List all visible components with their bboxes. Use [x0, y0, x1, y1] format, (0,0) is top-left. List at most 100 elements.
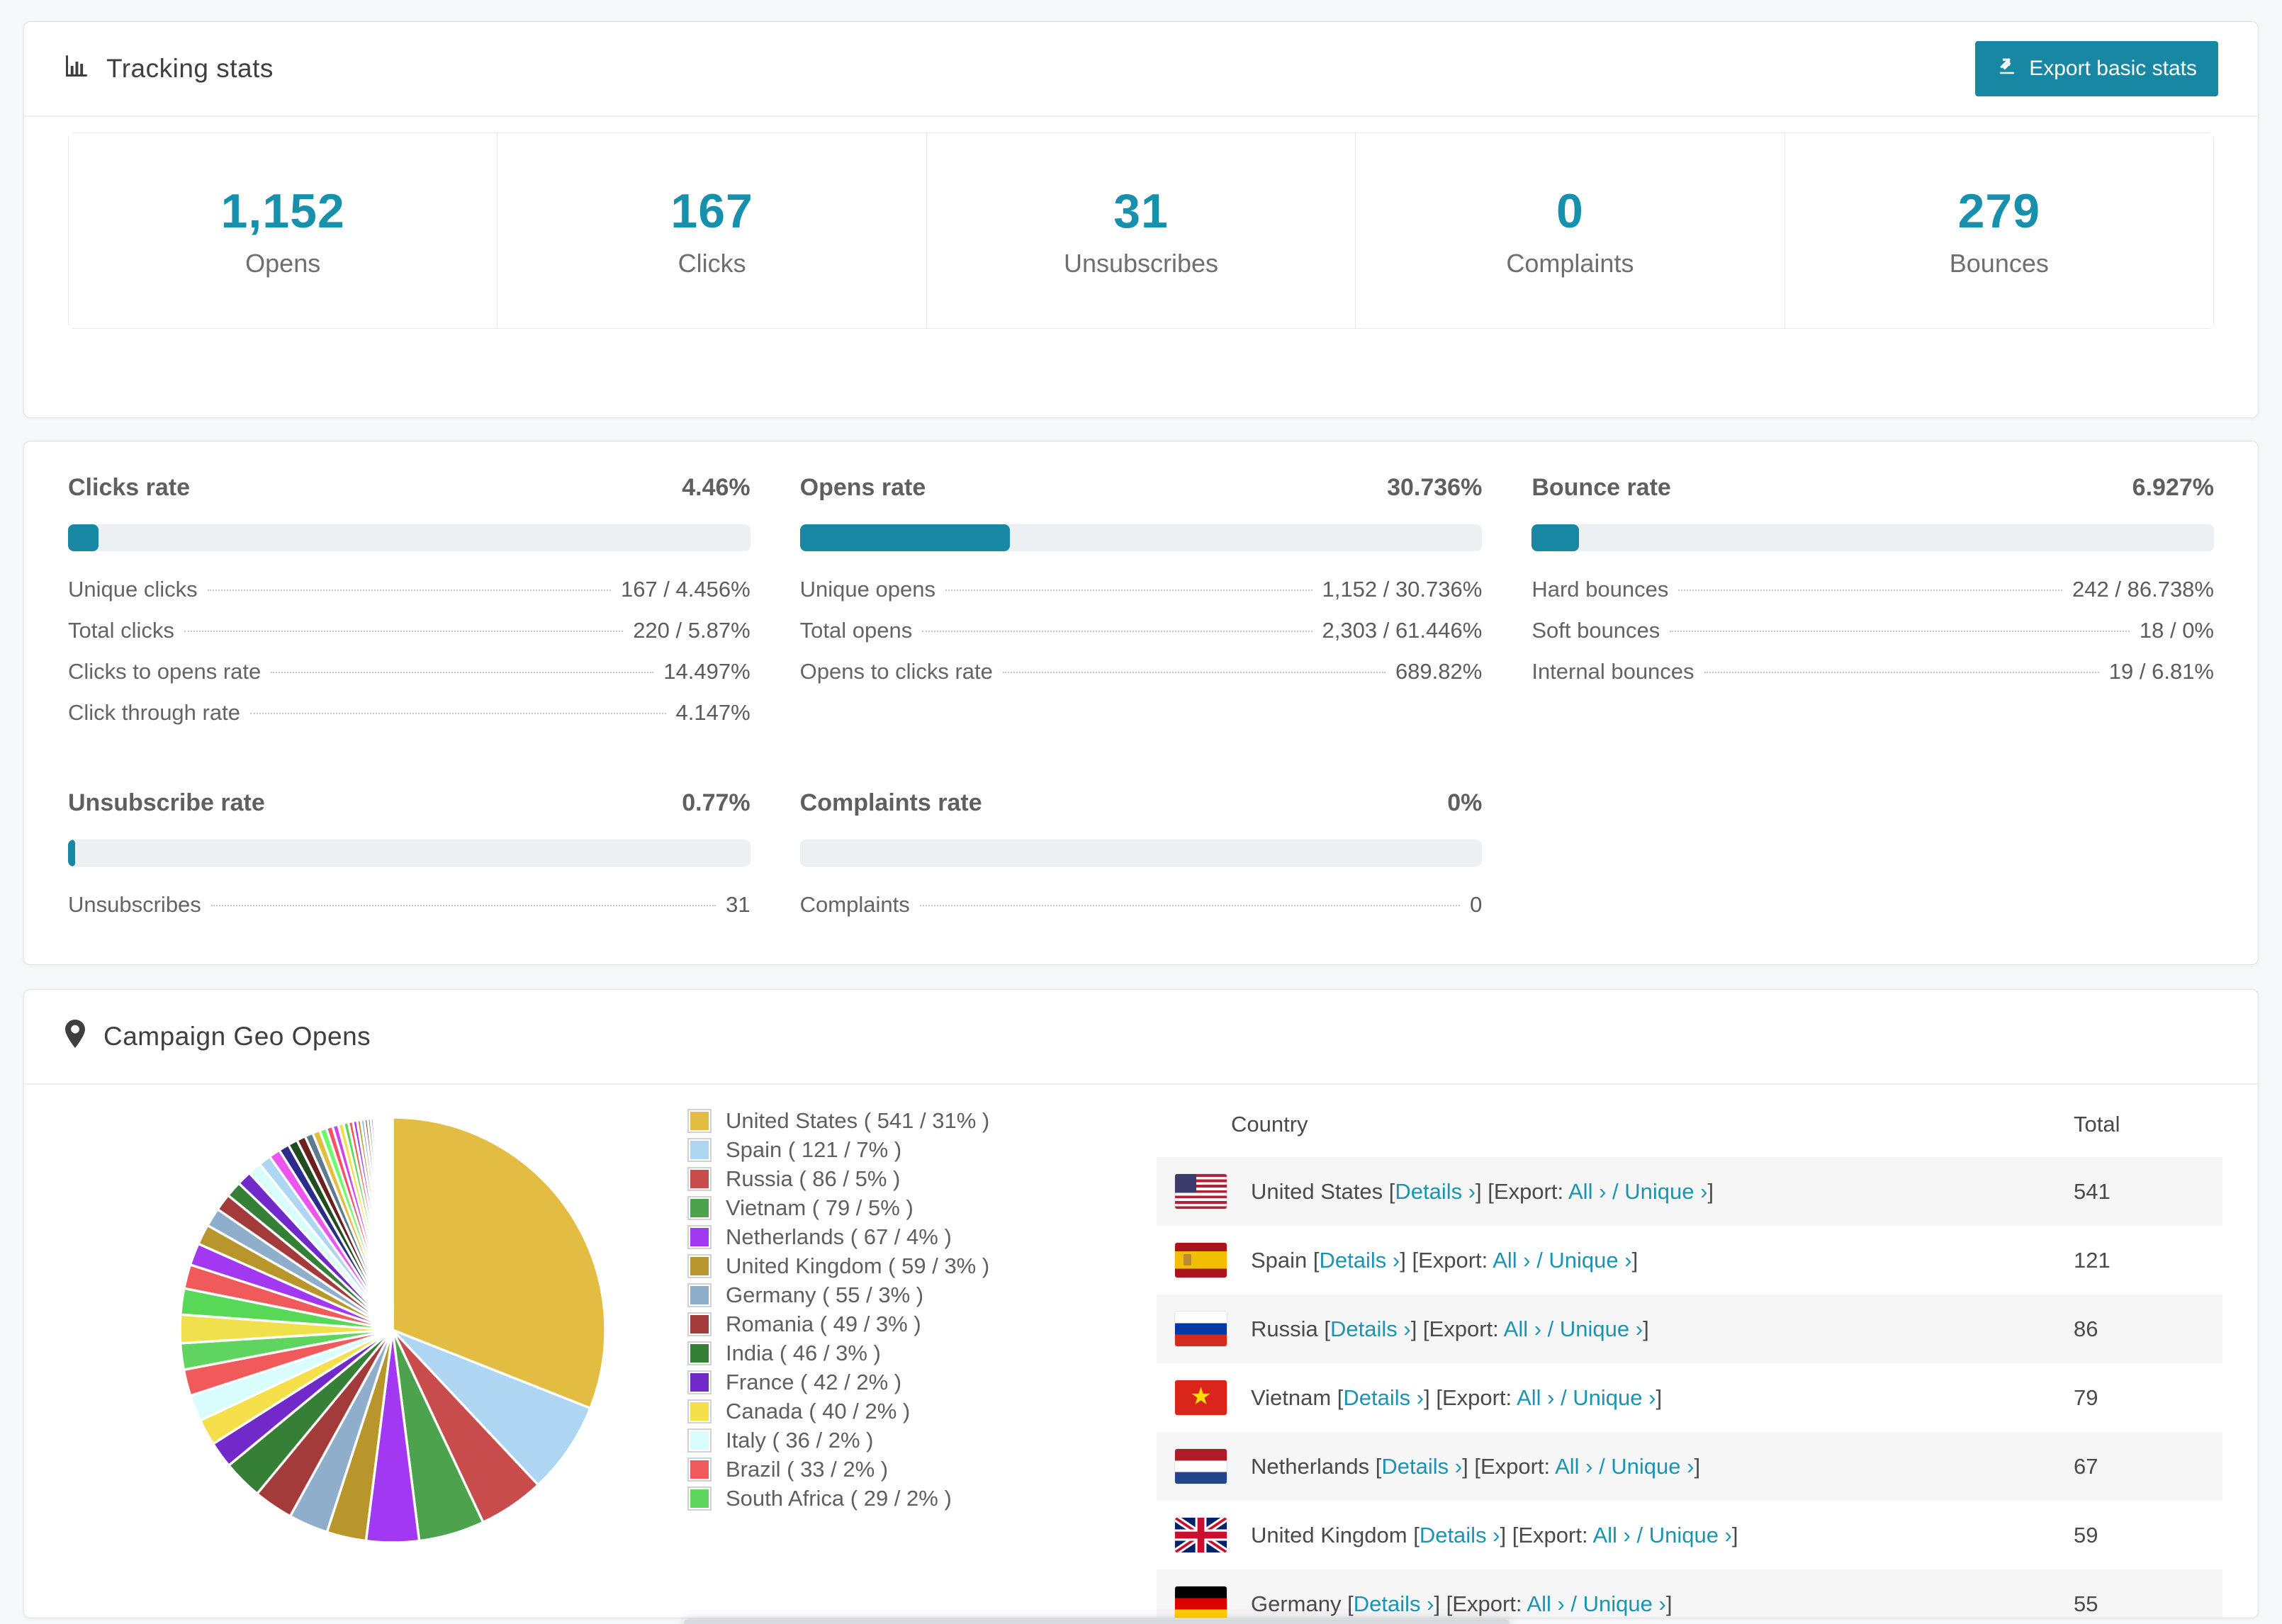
us-canton [1175, 1174, 1196, 1192]
total-cell: 541 [2074, 1178, 2110, 1204]
page-title: Tracking stats [106, 54, 274, 83]
geo-pie-chart [159, 1096, 626, 1564]
rate-head: Complaints rate 0% [800, 789, 1483, 817]
export-unique-link[interactable]: Unique › [1560, 1316, 1643, 1341]
details-link[interactable]: Details › [1420, 1523, 1500, 1547]
legend-label: India ( 46 / 3% ) [726, 1340, 881, 1365]
geo-table: Country Total United States [Details ›] … [1157, 1092, 2222, 1618]
rate-row-value: 31 [726, 892, 751, 917]
bracket: ] [ [1434, 1591, 1453, 1616]
export-basic-stats-button[interactable]: Export basic stats [1975, 41, 2218, 96]
rate-rows: Hard bounces 242 / 86.738% Soft bounces 18 … [1531, 577, 2214, 700]
legend-label: Germany ( 55 / 3% ) [726, 1282, 924, 1307]
export-all-link[interactable]: All › [1493, 1248, 1530, 1273]
rate-row-label: Total opens [799, 618, 913, 643]
rate-row: Unsubscribes 31 [68, 892, 751, 933]
export-unique-link[interactable]: Unique › [1624, 1179, 1707, 1204]
details-link[interactable]: Details › [1320, 1248, 1400, 1273]
vn-star: ★ [1190, 1382, 1212, 1410]
bracket: ] [ [1500, 1522, 1519, 1547]
rate-row-value: 2,303 / 61.446% [1322, 618, 1483, 643]
pie-chart-svg [179, 1116, 607, 1544]
slash-separator: / [1554, 1385, 1573, 1410]
slash-separator: / [1530, 1247, 1549, 1273]
stat-value: 31 [1113, 184, 1169, 238]
legend-label: Italy ( 36 / 2% ) [726, 1427, 874, 1453]
flag-es [1175, 1243, 1227, 1278]
details-link[interactable]: Details › [1354, 1591, 1434, 1616]
total-cell: 59 [2074, 1522, 2098, 1547]
export-all-link[interactable]: All › [1592, 1523, 1630, 1547]
details-link[interactable]: Details › [1395, 1179, 1476, 1204]
country-cell: Netherlands [Details ›] [Export: All › /… [1157, 1449, 2074, 1484]
bracket: [ [1324, 1316, 1330, 1341]
geo-table-header: Country Total [1157, 1092, 2222, 1157]
export-button-label: Export basic stats [2029, 57, 2197, 80]
rate-progress-track [68, 524, 751, 551]
rate-row-value: 242 / 86.738% [2072, 577, 2214, 602]
total-cell: 79 [2074, 1385, 2098, 1410]
stat-label: Complaints [1506, 248, 1634, 278]
legend-label: France ( 42 / 2% ) [726, 1369, 902, 1394]
rate-title: Unsubscribe rate [68, 789, 265, 816]
legend-swatch [687, 1195, 712, 1220]
legend-item-russia: Russia ( 86 / 5% ) [687, 1164, 1086, 1193]
legend-swatch [687, 1428, 712, 1453]
geo-header: Campaign Geo Opens [24, 990, 2258, 1083]
export-all-link[interactable]: All › [1568, 1179, 1606, 1204]
tracking-stats-header: Tracking stats Export basic stats [24, 22, 2258, 115]
flag-vn: ★ [1175, 1380, 1227, 1415]
rate-progress-fill [799, 524, 1010, 551]
rate-head: Unsubscribe rate 0.77% [68, 789, 751, 817]
country-cell: United Kingdom [Details ›] [Export: All … [1157, 1518, 2074, 1552]
table-row-nl: Netherlands [Details ›] [Export: All › /… [1157, 1432, 2222, 1501]
total-cell: 121 [2074, 1247, 2110, 1273]
details-link[interactable]: Details › [1330, 1316, 1411, 1341]
tracking-stats-title-row: Tracking stats [64, 53, 274, 85]
page: Tracking stats Export basic stats 1,152 O… [0, 21, 2282, 1624]
legend-swatch [687, 1312, 712, 1336]
details-link[interactable]: Details › [1343, 1385, 1424, 1410]
rate-row-value: 1,152 / 30.736% [1322, 577, 1483, 602]
rate-row-value: 689.82% [1395, 659, 1483, 684]
export-all-link[interactable]: All › [1527, 1591, 1564, 1616]
stat-value: 167 [670, 184, 753, 238]
stat-label: Unsubscribes [1063, 248, 1219, 278]
column-header-total: Total [2074, 1112, 2120, 1137]
rate-row-value: 14.497% [663, 659, 751, 684]
export-all-link[interactable]: All › [1517, 1385, 1554, 1410]
export-unique-link[interactable]: Unique › [1573, 1385, 1656, 1410]
rate-row-label: Clicks to opens rate [68, 659, 262, 684]
country-name: Spain [1251, 1247, 1313, 1273]
export-unique-link[interactable]: Unique › [1611, 1454, 1694, 1479]
stat-box-complaints: 0 Complaints [1356, 133, 1785, 328]
export-label: Export: [1493, 1178, 1568, 1204]
rate-row: Hard bounces 242 / 86.738% [1531, 577, 2214, 618]
country-links: Vietnam [Details ›] [Export: All › / Uni… [1251, 1385, 1662, 1411]
table-row-es: Spain [Details ›] [Export: All › / Uniqu… [1157, 1226, 2222, 1295]
rate-row-value: 19 / 6.81% [2108, 659, 2214, 684]
legend-label: Canada ( 40 / 2% ) [726, 1398, 911, 1423]
stat-label: Bounces [1949, 248, 2049, 278]
dotted-leader [249, 713, 666, 714]
export-all-link[interactable]: All › [1504, 1316, 1541, 1341]
table-row-us: United States [Details ›] [Export: All ›… [1157, 1157, 2222, 1226]
column-header-country: Country [1231, 1112, 1308, 1137]
export-unique-link[interactable]: Unique › [1649, 1523, 1732, 1547]
rates-grid: Clicks rate 4.46% Unique clicks 167 / 4.456… [68, 474, 2214, 933]
geo-content: United States ( 541 / 31% ) Spain ( 121 /… [24, 1085, 2258, 1618]
rate-value: 0.77% [682, 789, 751, 816]
bracket: [ [1413, 1522, 1420, 1547]
rate-row: Total clicks 220 / 5.87% [68, 618, 751, 659]
rate-row: Opens to clicks rate 689.82% [800, 659, 1483, 700]
export-all-link[interactable]: All › [1555, 1454, 1592, 1479]
stat-box-bounces: 279 Bounces [1784, 133, 2214, 328]
rate-row-label: Total clicks [68, 618, 174, 643]
export-unique-link[interactable]: Unique › [1583, 1591, 1666, 1616]
details-link[interactable]: Details › [1381, 1454, 1462, 1479]
dotted-leader [184, 631, 624, 632]
legend-swatch [687, 1224, 712, 1249]
legend-item-canada: Canada ( 40 / 2% ) [687, 1397, 1086, 1426]
export-unique-link[interactable]: Unique › [1548, 1248, 1631, 1273]
rate-title: Opens rate [799, 474, 926, 501]
